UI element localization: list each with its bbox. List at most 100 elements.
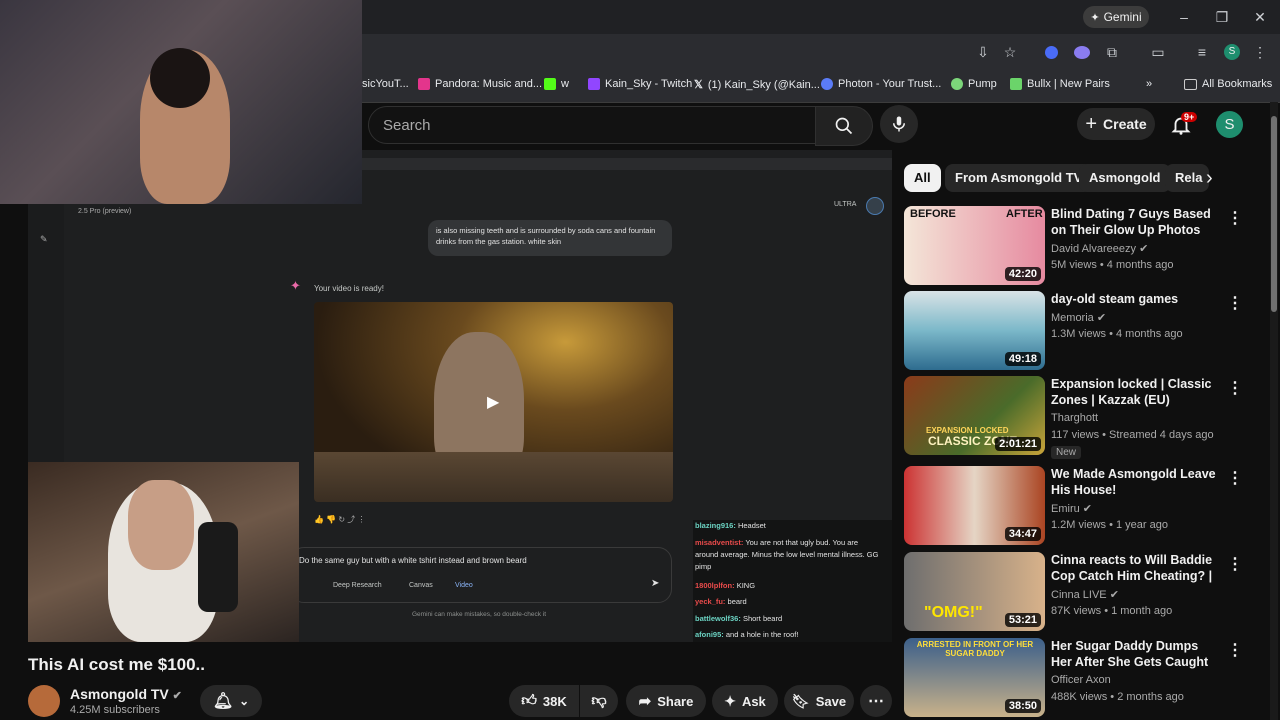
more-vert-icon[interactable]: ⋮: [1227, 640, 1243, 660]
rec-channel[interactable]: Emiru ✔: [1051, 502, 1092, 515]
more-vert-icon[interactable]: ⋮: [1227, 468, 1243, 488]
bookmark-item[interactable]: sicYouT...: [362, 78, 409, 90]
thumbnail[interactable]: 34:47: [904, 466, 1045, 545]
bookmark-item[interactable]: Kain_Sky - Twitch: [588, 78, 692, 90]
bookmark-item[interactable]: w: [544, 78, 569, 90]
share-button[interactable]: ➦ Share: [626, 685, 706, 717]
reading-list-icon[interactable]: ≡: [1194, 44, 1210, 60]
thumbnail[interactable]: EXPANSION LOCKED CLASSIC ZONE 2:01:21: [904, 376, 1045, 455]
profile-avatar[interactable]: S: [1224, 44, 1240, 60]
rec-title[interactable]: Cinna reacts to Will Baddie Cop Catch Hi…: [1051, 552, 1221, 586]
like-button[interactable]: 👍︎ 38K: [509, 685, 579, 717]
rec-item[interactable]: EXPANSION LOCKED CLASSIC ZONE 2:01:21 Ex…: [904, 376, 1264, 459]
chip-from-channel[interactable]: From Asmongold TV: [945, 164, 1093, 192]
thumbnail[interactable]: "OMG!" 53:21: [904, 552, 1045, 631]
prompt-input-box: Do the same guy but with a white tshirt …: [290, 547, 672, 603]
bookmark-item[interactable]: Pump: [951, 78, 997, 90]
save-button[interactable]: 🔖︎ Save: [784, 685, 854, 717]
chevron-right-icon[interactable]: ›: [1206, 167, 1213, 190]
scrollbar-thumb[interactable]: [1271, 116, 1277, 312]
prompt-input[interactable]: Do the same guy but with a white tshirt …: [299, 556, 527, 565]
notifications-button[interactable]: 9+: [1168, 110, 1198, 138]
video-actions: 👍 👎 ↻ ⤴ ⋮: [314, 515, 366, 524]
tool-deep-research[interactable]: Deep Research: [333, 582, 382, 589]
create-button[interactable]: + Create: [1077, 108, 1155, 140]
dislike-button[interactable]: 👎︎: [580, 685, 618, 717]
bookmark-item[interactable]: Photon - Your Trust...: [821, 78, 941, 90]
gemini-button[interactable]: ✦ Gemini: [1083, 6, 1149, 28]
bullx-icon: [1010, 78, 1022, 90]
thumbnail[interactable]: 49:18: [904, 291, 1045, 370]
channel-name[interactable]: Asmongold TV ✔: [70, 686, 182, 702]
ask-button[interactable]: ✦ Ask: [712, 685, 778, 717]
rec-meta: 1.3M views • 4 months ago: [1051, 328, 1183, 340]
model-selector: 2.5 Pro (preview): [78, 208, 132, 215]
more-actions-button[interactable]: ⋯: [860, 685, 892, 717]
chip-all[interactable]: All: [904, 164, 941, 192]
maximize-icon[interactable]: ❐: [1214, 9, 1230, 25]
page-scrollbar[interactable]: [1270, 102, 1278, 720]
chip-related[interactable]: Rela: [1165, 164, 1209, 192]
rec-item[interactable]: BEFORE AFTER 42:20 Blind Dating 7 Guys B…: [904, 206, 1264, 286]
rec-channel[interactable]: Memoria ✔: [1051, 311, 1106, 324]
side-panel-icon[interactable]: ▭: [1150, 44, 1166, 60]
tool-canvas[interactable]: Canvas: [409, 582, 433, 589]
more-bookmarks-icon[interactable]: »: [1146, 78, 1152, 90]
search-input[interactable]: [369, 107, 803, 143]
create-label: Create: [1103, 116, 1147, 132]
channel-avatar[interactable]: [28, 685, 60, 717]
puzzle-icon[interactable]: ⧉: [1104, 44, 1120, 60]
more-vert-icon[interactable]: ⋮: [1227, 378, 1243, 398]
voice-search-button[interactable]: [880, 105, 918, 143]
rec-channel[interactable]: Officer Axon: [1051, 674, 1111, 686]
bookmark-item[interactable]: 𝕏 (1) Kain_Sky (@Kain...: [694, 78, 820, 92]
like-count: 38K: [542, 693, 567, 709]
tool-video[interactable]: Video: [455, 582, 473, 589]
bookmark-item[interactable]: Bullx | New Pairs: [1010, 78, 1110, 90]
subscribe-bell-button[interactable]: 🔔︎ ⌄: [200, 685, 262, 717]
rec-channel[interactable]: Tharghott: [1051, 412, 1098, 424]
search-button[interactable]: [815, 106, 873, 146]
thumbs-up-icon: 👍︎: [521, 692, 537, 709]
extension-icon[interactable]: [1045, 46, 1058, 59]
account-avatar[interactable]: S: [1216, 111, 1243, 138]
edit-icon: ✎: [40, 234, 48, 244]
rec-channel[interactable]: Cinna LIVE ✔: [1051, 588, 1119, 601]
rec-item[interactable]: ARRESTED IN FRONT OF HER SUGAR DADDY 38:…: [904, 638, 1264, 718]
rec-title[interactable]: Blind Dating 7 Guys Based on Their Glow …: [1051, 206, 1221, 238]
video-title: This AI cost me $100..: [28, 655, 205, 674]
thumbnail[interactable]: ARRESTED IN FRONT OF HER SUGAR DADDY 38:…: [904, 638, 1045, 717]
inner-left-rail: ✎: [28, 204, 64, 464]
rec-meta: 1.2M views • 1 year ago: [1051, 519, 1168, 531]
rec-title[interactable]: day-old steam games: [1051, 291, 1221, 307]
rec-item[interactable]: "OMG!" 53:21 Cinna reacts to Will Baddie…: [904, 552, 1264, 632]
chat-line: around average. Minus the low level ment…: [695, 550, 879, 559]
extension-icon[interactable]: [1074, 46, 1090, 59]
close-icon[interactable]: ✕: [1252, 9, 1268, 25]
rec-title[interactable]: Her Sugar Daddy Dumps Her After She Gets…: [1051, 638, 1221, 672]
search-icon: [835, 117, 853, 135]
rec-channel[interactable]: David Alvareeezy ✔: [1051, 242, 1148, 255]
rec-meta: 87K views • 1 month ago: [1051, 605, 1173, 617]
send-icon[interactable]: ➤: [651, 578, 659, 589]
chip-asmongold[interactable]: Asmongold: [1079, 164, 1171, 192]
rec-title[interactable]: We Made Asmongold Leave His House!: [1051, 466, 1221, 498]
more-vert-icon[interactable]: ⋮: [1227, 554, 1243, 574]
rec-title[interactable]: Expansion locked | Classic Zones | Kazza…: [1051, 376, 1221, 408]
menu-icon[interactable]: ⋮: [1252, 44, 1268, 60]
more-vert-icon[interactable]: ⋮: [1227, 293, 1243, 313]
minimize-icon[interactable]: –: [1176, 9, 1192, 25]
bookmark-star-icon[interactable]: ☆: [1002, 44, 1018, 60]
all-bookmarks[interactable]: All Bookmarks: [1184, 78, 1272, 90]
thumbnail[interactable]: BEFORE AFTER 42:20: [904, 206, 1045, 285]
streamer-webcam-bottom: [28, 462, 299, 642]
rec-item[interactable]: 34:47 We Made Asmongold Leave His House!…: [904, 466, 1264, 546]
more-vert-icon[interactable]: ⋮: [1227, 208, 1243, 228]
prompt-bubble: is also missing teeth and is surrounded …: [428, 220, 672, 256]
bookmark-item[interactable]: Pandora: Music and...: [418, 78, 542, 90]
gemini-label: Gemini: [1103, 10, 1142, 24]
install-app-icon[interactable]: ⇩: [975, 44, 991, 60]
rec-item[interactable]: 49:18 day-old steam games Memoria ✔ 1.3M…: [904, 291, 1264, 371]
duration-badge: 42:20: [1004, 267, 1041, 281]
generated-video[interactable]: ▶: [314, 302, 673, 502]
